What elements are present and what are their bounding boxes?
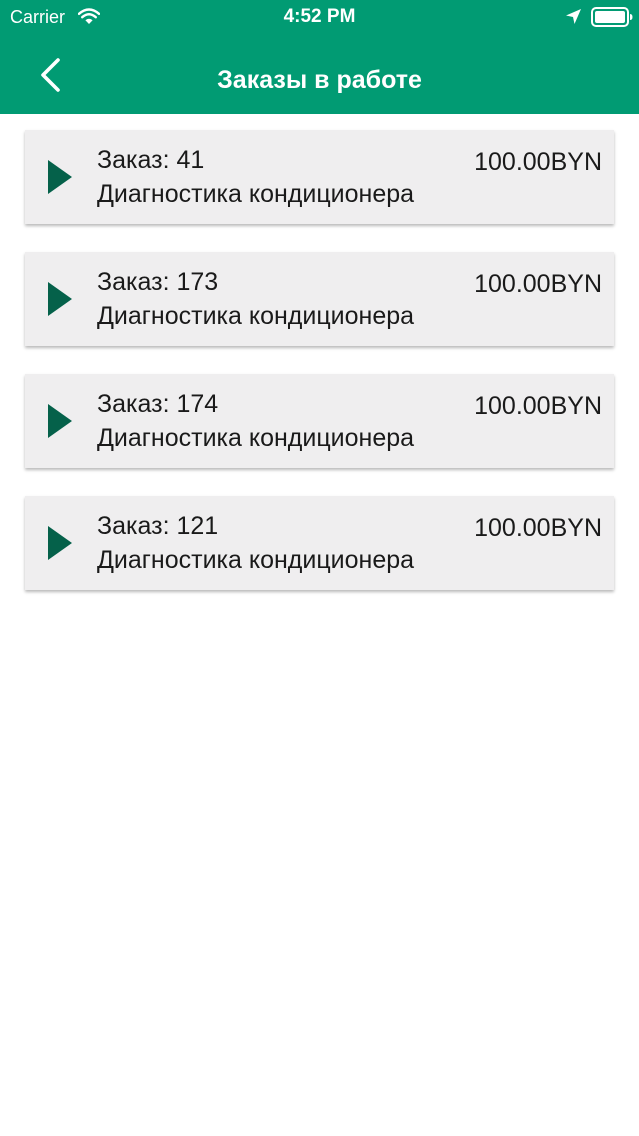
top-bar: Carrier 4:52 PM Заказы в работе bbox=[0, 0, 639, 114]
play-triangle-icon bbox=[48, 282, 72, 316]
app-screen: Carrier 4:52 PM Заказы в работе Заказ: 4… bbox=[0, 0, 639, 1136]
order-card[interactable]: Заказ: 41 Диагностика кондиционера 100.0… bbox=[25, 130, 614, 224]
page-title: Заказы в работе bbox=[217, 66, 422, 94]
navigation-bar: Заказы в работе bbox=[0, 34, 639, 114]
order-service: Диагностика кондиционера bbox=[97, 180, 415, 208]
order-number: Заказ: 174 bbox=[97, 390, 219, 418]
play-triangle-icon bbox=[48, 526, 72, 560]
order-card[interactable]: Заказ: 174 Диагностика кондиционера 100.… bbox=[25, 374, 614, 468]
order-number: Заказ: 121 bbox=[97, 512, 219, 540]
order-service: Диагностика кондиционера bbox=[97, 302, 415, 330]
order-price: 100.00BYN bbox=[474, 514, 602, 542]
status-bar: Carrier 4:52 PM bbox=[0, 0, 639, 34]
orders-list: Заказ: 41 Диагностика кондиционера 100.0… bbox=[25, 130, 614, 618]
order-price: 100.00BYN bbox=[474, 270, 602, 298]
order-card[interactable]: Заказ: 173 Диагностика кондиционера 100.… bbox=[25, 252, 614, 346]
battery-icon bbox=[591, 7, 633, 27]
order-price: 100.00BYN bbox=[474, 392, 602, 420]
location-arrow-icon bbox=[566, 9, 581, 24]
status-time: 4:52 PM bbox=[283, 6, 356, 27]
play-triangle-icon bbox=[48, 404, 72, 438]
play-triangle-icon bbox=[48, 160, 72, 194]
order-price: 100.00BYN bbox=[474, 148, 602, 176]
order-number: Заказ: 173 bbox=[97, 268, 219, 296]
order-service: Диагностика кондиционера bbox=[97, 424, 415, 452]
order-service: Диагностика кондиционера bbox=[97, 546, 415, 574]
order-card[interactable]: Заказ: 121 Диагностика кондиционера 100.… bbox=[25, 496, 614, 590]
order-number: Заказ: 41 bbox=[97, 146, 205, 174]
